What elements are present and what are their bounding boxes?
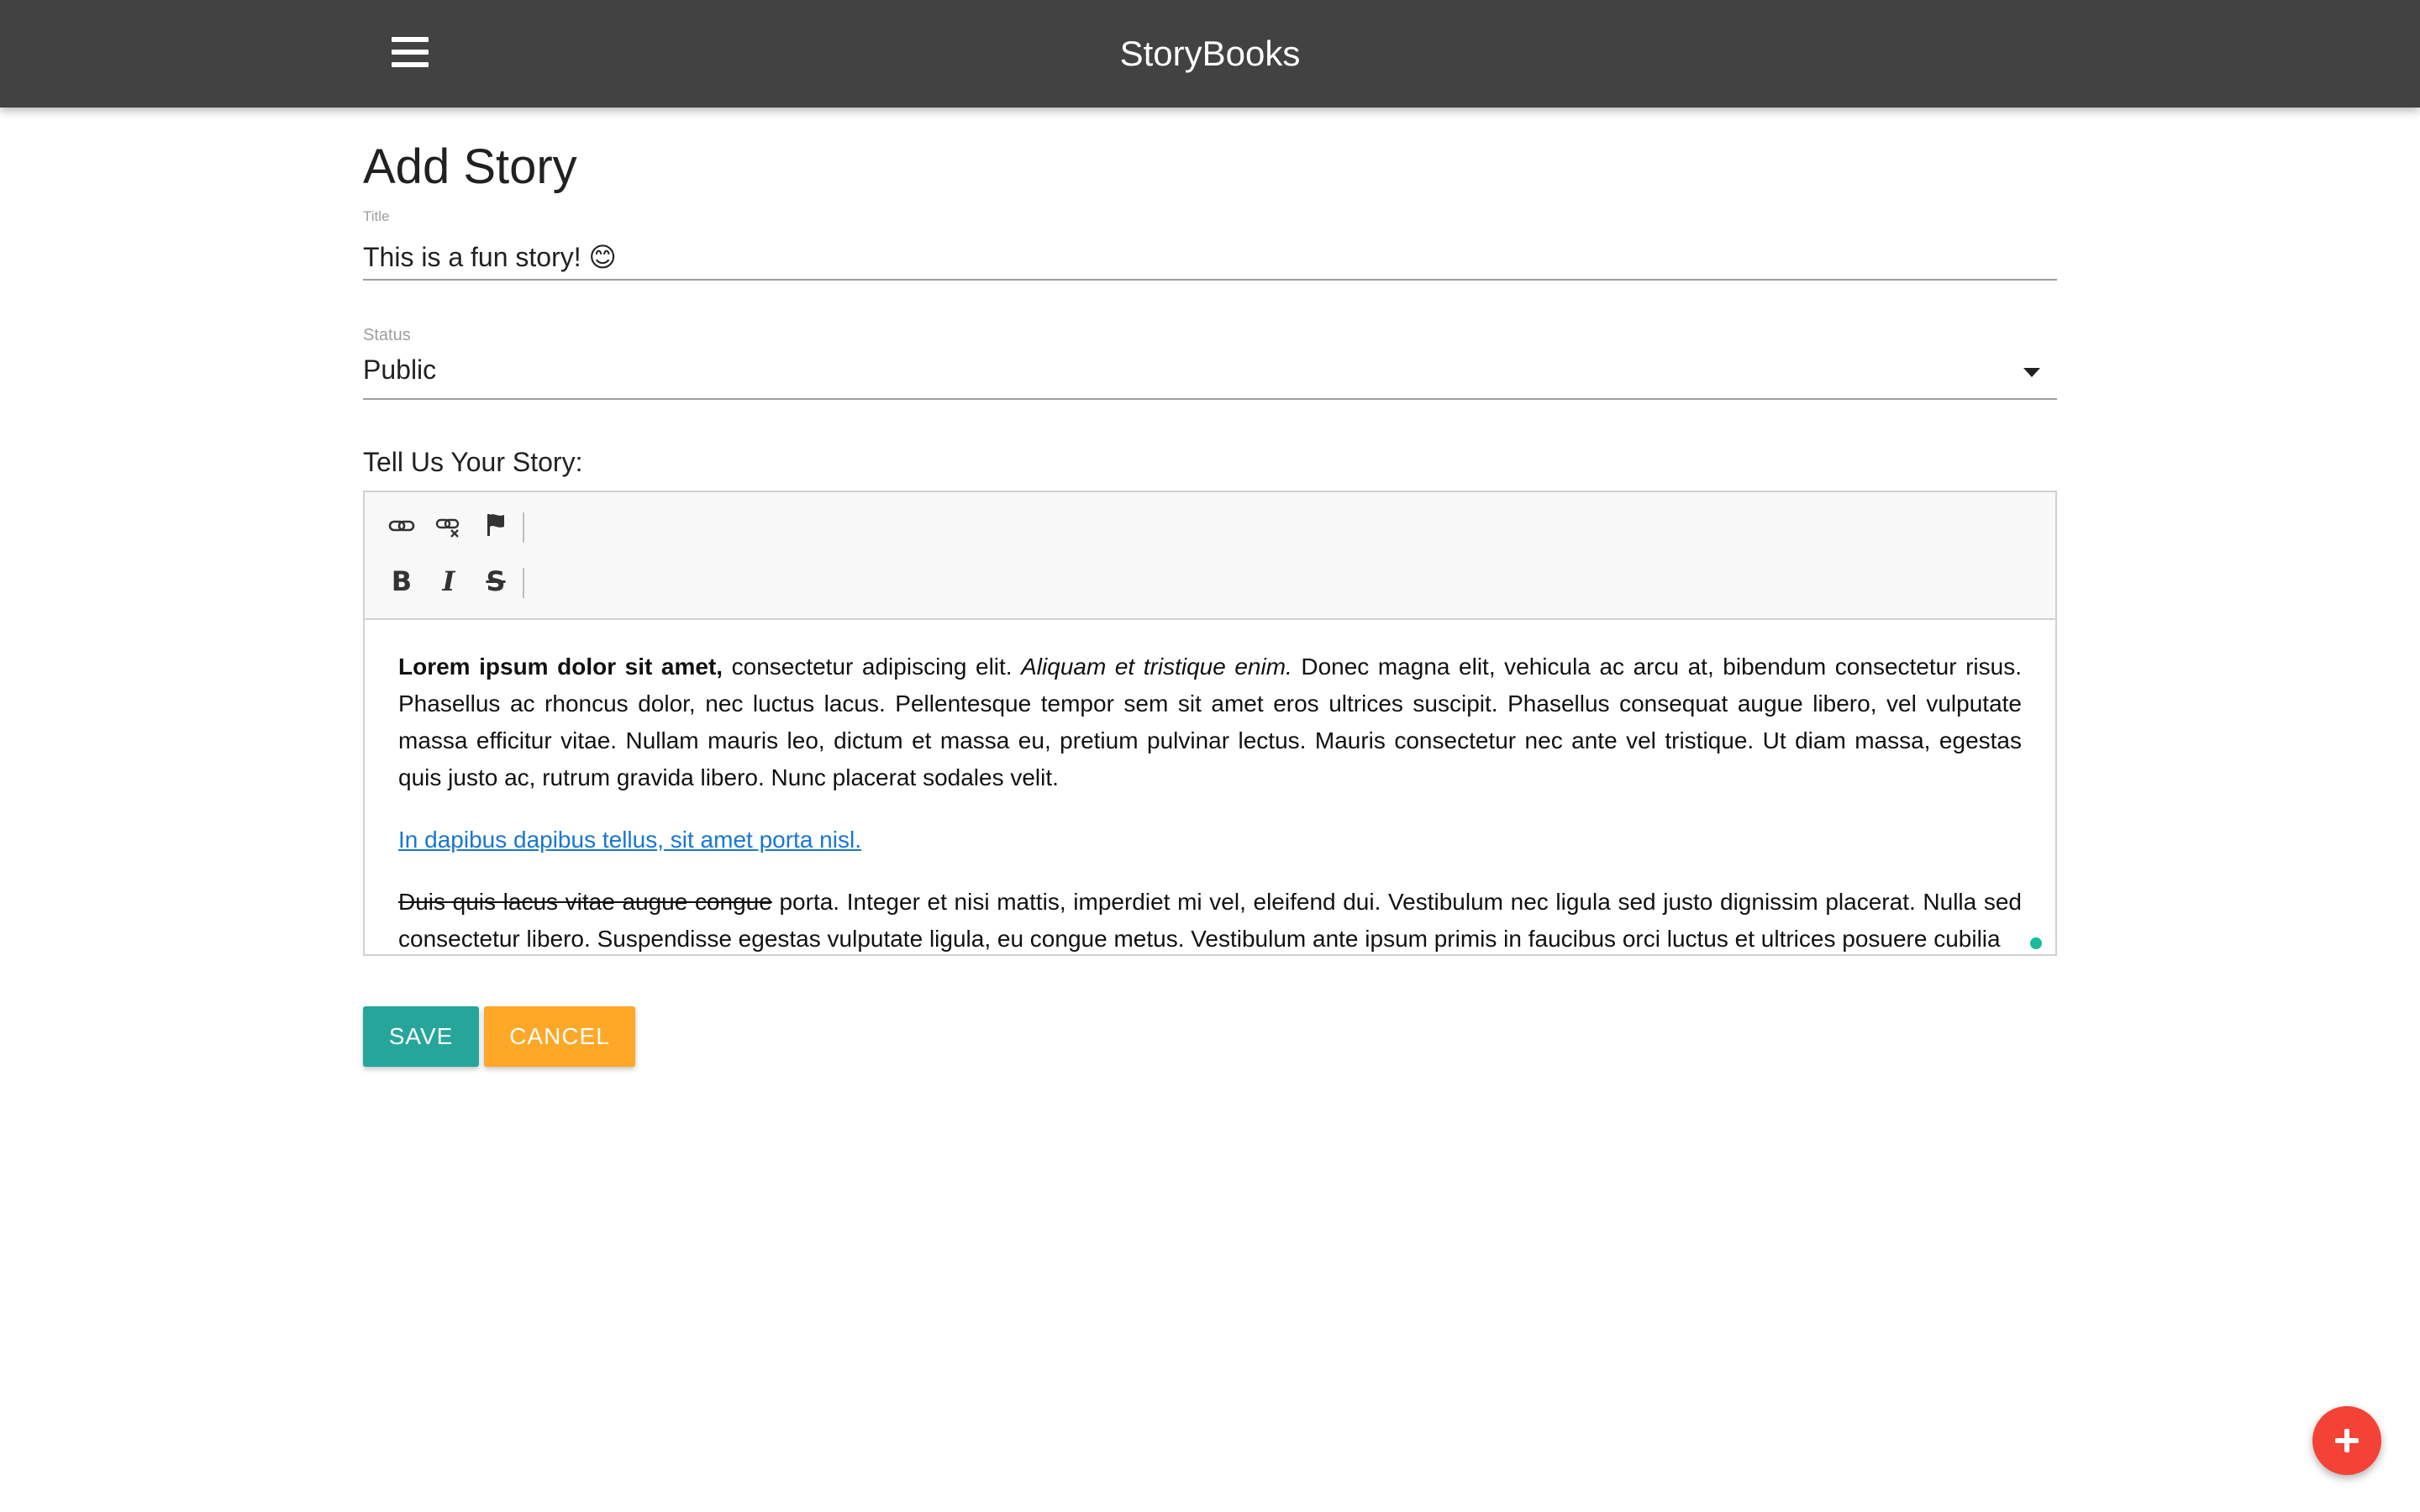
flag-icon[interactable] [479, 507, 513, 541]
dropdown-caret-icon [2023, 368, 2040, 377]
editor-toolbar: B I S [365, 492, 2055, 620]
top-navbar: StoryBooks [0, 0, 2420, 108]
toolbar-separator [523, 512, 524, 543]
link-icon[interactable] [385, 509, 418, 543]
paragraph-1: Lorem ipsum dolor sit amet, consectetur … [398, 648, 2022, 796]
toolbar-separator [523, 568, 524, 598]
story-editor: B I S Lorem ipsum dolor sit amet, consec… [363, 491, 2057, 956]
add-icon-vertical [2344, 1429, 2349, 1452]
paragraph-text: consectetur adipiscing elit. [723, 654, 1022, 680]
unlink-icon[interactable] [432, 509, 466, 543]
strikethrough-text: Duis quis lacus vitae augue congue [398, 889, 772, 915]
add-fab-button[interactable] [2312, 1406, 2381, 1475]
status-field-label: Status [363, 326, 411, 344]
editor-content-area[interactable]: Lorem ipsum dolor sit amet, consectetur … [398, 648, 2022, 954]
italic-icon[interactable]: I [432, 564, 466, 598]
grammar-status-dot[interactable] [2030, 937, 2042, 949]
italic-text: Aliquam et tristique enim. [1021, 654, 1292, 680]
bold-text: Lorem ipsum dolor sit amet, [398, 654, 723, 680]
brand-title-wrapper: StoryBooks [0, 32, 2420, 76]
page-title: Add Story [363, 139, 577, 194]
save-button[interactable]: SAVE [363, 1006, 479, 1067]
editor-link[interactable]: In dapibus dapibus tellus, sit amet port… [398, 827, 861, 853]
strikethrough-icon[interactable]: S [479, 564, 513, 598]
title-field-label: Title [363, 208, 390, 224]
status-selected-value: Public [363, 354, 437, 385]
story-body-label: Tell Us Your Story: [363, 447, 583, 477]
brand-logo-link[interactable]: StoryBooks [1120, 34, 1301, 73]
paragraph-2: In dapibus dapibus tellus, sit amet port… [398, 822, 2022, 858]
paragraph-3: Duis quis lacus vitae augue congue porta… [398, 884, 2022, 954]
status-select[interactable]: Public [363, 348, 2057, 400]
cancel-button[interactable]: CANCEL [484, 1006, 635, 1067]
title-input[interactable] [363, 235, 2057, 281]
bold-icon[interactable]: B [385, 564, 418, 598]
